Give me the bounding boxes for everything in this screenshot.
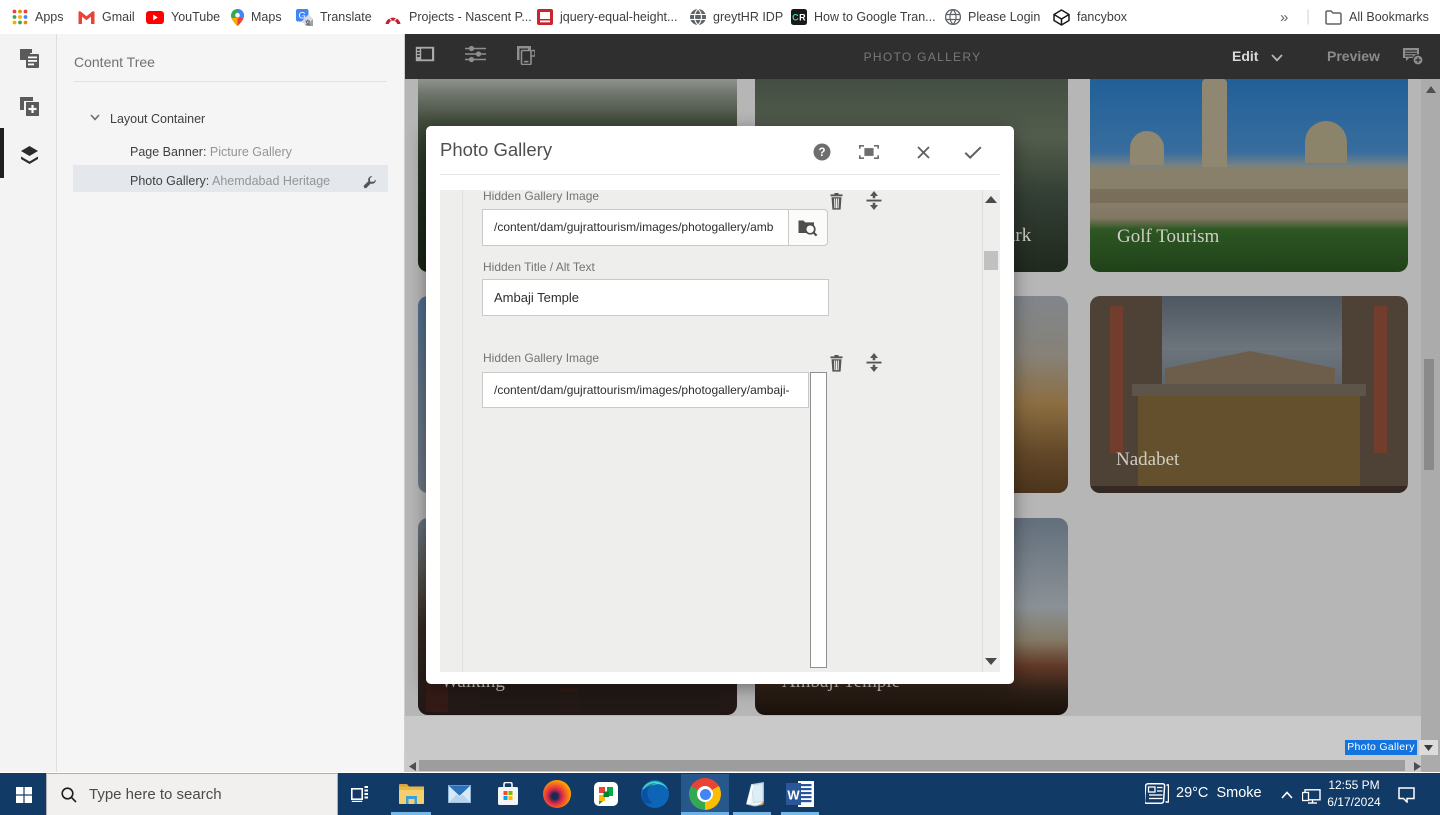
svg-text:W: W [787,788,800,803]
svg-text:?: ? [818,147,825,159]
svg-text:C: C [792,13,799,23]
svg-text:R: R [799,13,806,23]
